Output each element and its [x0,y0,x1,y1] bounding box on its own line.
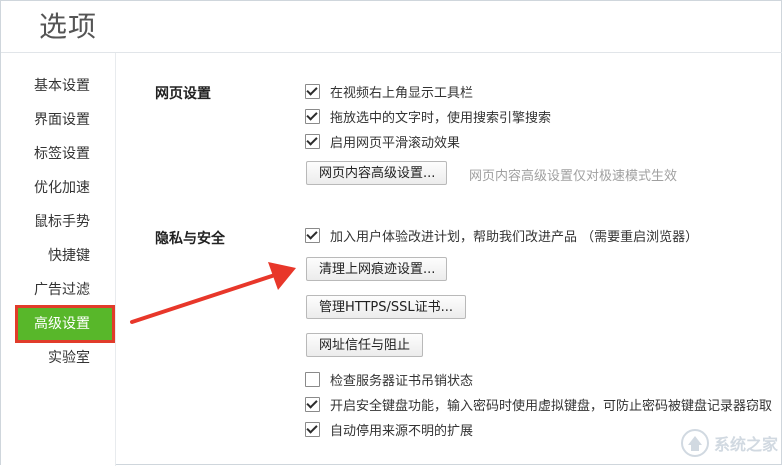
option-disable-unknown-extensions[interactable]: 自动停用来源不明的扩展 [305,419,473,439]
sidebar-item-label: 高级设置 [34,316,90,332]
checkbox-checked[interactable] [305,421,320,437]
option-secure-keyboard[interactable]: 开启安全键盘功能，输入密码时使用虚拟键盘，可防止密码被键盘记录器窃取 [305,394,772,414]
settings-panel: 网页设置 在视频右上角显示工具栏 拖放选中的文字时，使用搜索引擎搜索 启用网页平… [116,53,782,466]
checkbox-checked[interactable] [305,133,320,149]
sidebar-item-shortcuts[interactable]: 快捷键 [1,240,115,272]
sidebar-item-optimize[interactable]: 优化加速 [1,172,115,204]
sidebar-item-label: 优化加速 [34,180,90,196]
sidebar-item-interface[interactable]: 界面设置 [1,104,115,136]
watermark-logo-icon [680,429,709,457]
sidebar-item-adblock[interactable]: 广告过滤 [1,274,115,306]
option-video-toolbar[interactable]: 在视频右上角显示工具栏 [305,81,473,101]
option-label: 开启安全键盘功能，输入密码时使用虚拟键盘，可防止密码被键盘记录器窃取 [330,398,773,414]
watermark-text: 系统之家 [713,435,778,454]
sidebar-item-label: 快捷键 [48,248,90,264]
option-label: 拖放选中的文字时，使用搜索引擎搜索 [330,110,552,126]
section-label-web: 网页设置 [155,86,211,102]
checkbox-checked[interactable] [305,227,320,243]
option-label: 检查服务器证书吊销状态 [330,373,474,389]
sidebar: 基本设置 界面设置 标签设置 优化加速 鼠标手势 快捷键 广告过滤 高级设置 实… [1,53,116,466]
sidebar-item-advanced[interactable]: 高级设置 [15,305,115,343]
option-ux-plan[interactable]: 加入用户体验改进计划，帮助我们改进产品 （需要重启浏览器） [305,225,698,245]
watermark: 系统之家 [608,423,778,463]
sidebar-item-label: 界面设置 [34,112,90,128]
sidebar-item-label: 广告过滤 [34,282,90,298]
options-window: 选项 基本设置 界面设置 标签设置 优化加速 鼠标手势 快捷键 广告过滤 高级设… [0,0,782,466]
option-label: 启用网页平滑滚动效果 [330,135,461,151]
checkbox-checked[interactable] [305,108,320,124]
option-label: 在视频右上角显示工具栏 [330,85,474,101]
section-label-privacy: 隐私与安全 [155,231,225,247]
option-cert-revocation[interactable]: 检查服务器证书吊销状态 [305,369,473,389]
manage-certificates-button[interactable]: 管理HTTPS/SSL证书... [306,295,466,319]
window-title: 选项 [39,10,98,43]
option-smooth-scroll[interactable]: 启用网页平滑滚动效果 [305,131,460,151]
option-drag-search[interactable]: 拖放选中的文字时，使用搜索引擎搜索 [305,106,551,126]
sidebar-item-label: 基本设置 [34,78,90,94]
sidebar-item-label: 鼠标手势 [34,214,90,230]
checkbox-checked[interactable] [305,83,320,99]
sidebar-item-label: 实验室 [48,350,90,366]
sidebar-item-basic[interactable]: 基本设置 [1,70,115,102]
sidebar-item-mouse-gestures[interactable]: 鼠标手势 [1,206,115,238]
sidebar-item-label: 标签设置 [34,146,90,162]
checkbox-unchecked[interactable] [305,371,320,387]
sidebar-item-lab[interactable]: 实验室 [1,342,115,374]
option-label: 自动停用来源不明的扩展 [330,423,474,439]
sidebar-item-tabs[interactable]: 标签设置 [1,138,115,170]
advanced-content-hint: 网页内容高级设置仅对极速模式生效 [469,169,678,184]
clear-history-settings-button[interactable]: 清理上网痕迹设置... [306,257,447,281]
advanced-content-settings-button[interactable]: 网页内容高级设置... [306,161,447,185]
url-trust-block-button[interactable]: 网址信任与阻止 [306,333,423,357]
option-label: 加入用户体验改进计划，帮助我们改进产品 （需要重启浏览器） [330,229,699,245]
checkbox-checked[interactable] [305,396,320,412]
